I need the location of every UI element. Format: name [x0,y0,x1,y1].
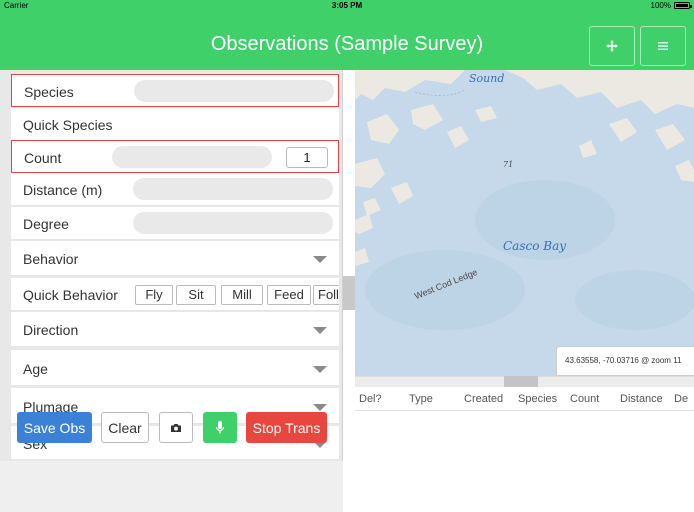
save-obs-button[interactable]: Save Obs [17,412,92,443]
species-label: Species [24,84,74,100]
column-header-count[interactable]: Count [570,393,599,405]
quick-species-row[interactable]: Quick Species [11,108,339,141]
chevron-down-icon [313,404,327,411]
menu-button[interactable] [640,26,686,66]
map-label-casco-bay: Casco Bay [503,239,567,253]
quick-behavior-row: Quick Behavior Fly Sit Mill Feed Follo [11,278,339,311]
species-row: Species [11,74,339,107]
map-coordinates: 43.63558, -70.03716 @ zoom 11 [556,346,694,376]
species-input[interactable] [134,80,334,102]
table-header: Del? Type Created Species Count Distance… [355,387,694,411]
map-terrain [355,70,694,376]
age-select[interactable]: Age [11,350,339,386]
status-bar: Carrier 3:05 PM 100% [0,0,694,12]
behavior-mill-button[interactable]: Mill [221,285,263,305]
count-row: Count 1 [11,140,339,173]
microphone-button[interactable] [203,412,237,443]
column-header-type[interactable]: Type [409,393,433,405]
behavior-sit-button[interactable]: Sit [176,285,216,305]
app-screen: Carrier 3:05 PM 100% Observations (Sampl… [0,0,694,512]
distance-input[interactable] [133,178,333,200]
quick-behavior-buttons: Fly Sit Mill Feed Follo [131,278,339,311]
column-header-del[interactable]: Del? [359,393,382,405]
distance-row: Distance (m) [11,173,339,206]
horizontal-split-handle[interactable] [504,376,538,387]
degree-label: Degree [23,216,69,232]
action-bar-background [0,461,343,512]
battery-indicator: 100% [650,1,692,10]
battery-icon [674,2,692,9]
observation-form-panel: Species Quick Species Count 1 Distance (… [0,70,343,512]
behavior-follow-button[interactable]: Follo [313,285,339,305]
quick-species-label: Quick Species [23,117,113,133]
move-button[interactable] [589,26,635,66]
count-input[interactable]: 1 [286,147,328,168]
map-depth-label: 71 [503,160,514,169]
column-header-species[interactable]: Species [518,393,557,405]
camera-icon [171,423,181,432]
column-header-distance[interactable]: Distance [620,393,663,405]
chevron-down-icon [313,256,327,263]
distance-label: Distance (m) [23,182,103,198]
map-view[interactable]: Sound 71 Casco Bay West Cod Ledge 43.635… [355,70,694,376]
count-slider-field[interactable] [112,146,272,168]
degree-row: Degree [11,207,339,240]
count-label: Count [24,150,62,166]
observations-table: Del? Type Created Species Count Distance… [355,387,694,512]
column-header-created[interactable]: Created [464,393,503,405]
behavior-fly-button[interactable]: Fly [135,285,173,305]
chevron-down-icon [313,366,327,373]
direction-label: Direction [23,322,79,338]
column-header-degree[interactable]: De [674,393,688,405]
degree-input[interactable] [133,212,333,234]
age-label: Age [23,361,48,377]
direction-select[interactable]: Direction [11,312,339,347]
move-icon [606,40,618,52]
nav-bar: Observations (Sample Survey) [0,12,694,70]
map-label-sound: Sound [469,72,505,85]
behavior-select[interactable]: Behavior [11,241,339,276]
chevron-down-icon [313,327,327,334]
behavior-feed-button[interactable]: Feed [267,285,311,305]
vertical-split-handle[interactable] [343,276,355,310]
stop-trans-button[interactable]: Stop Trans [246,412,327,443]
hamburger-menu-icon [658,42,668,50]
microphone-icon [215,420,225,433]
quick-behavior-label: Quick Behavior [23,287,118,303]
clock: 3:05 PM [331,1,363,10]
clear-button[interactable]: Clear [101,412,149,443]
battery-percent: 100% [650,1,671,10]
camera-button[interactable] [159,412,193,443]
behavior-label: Behavior [23,251,79,267]
